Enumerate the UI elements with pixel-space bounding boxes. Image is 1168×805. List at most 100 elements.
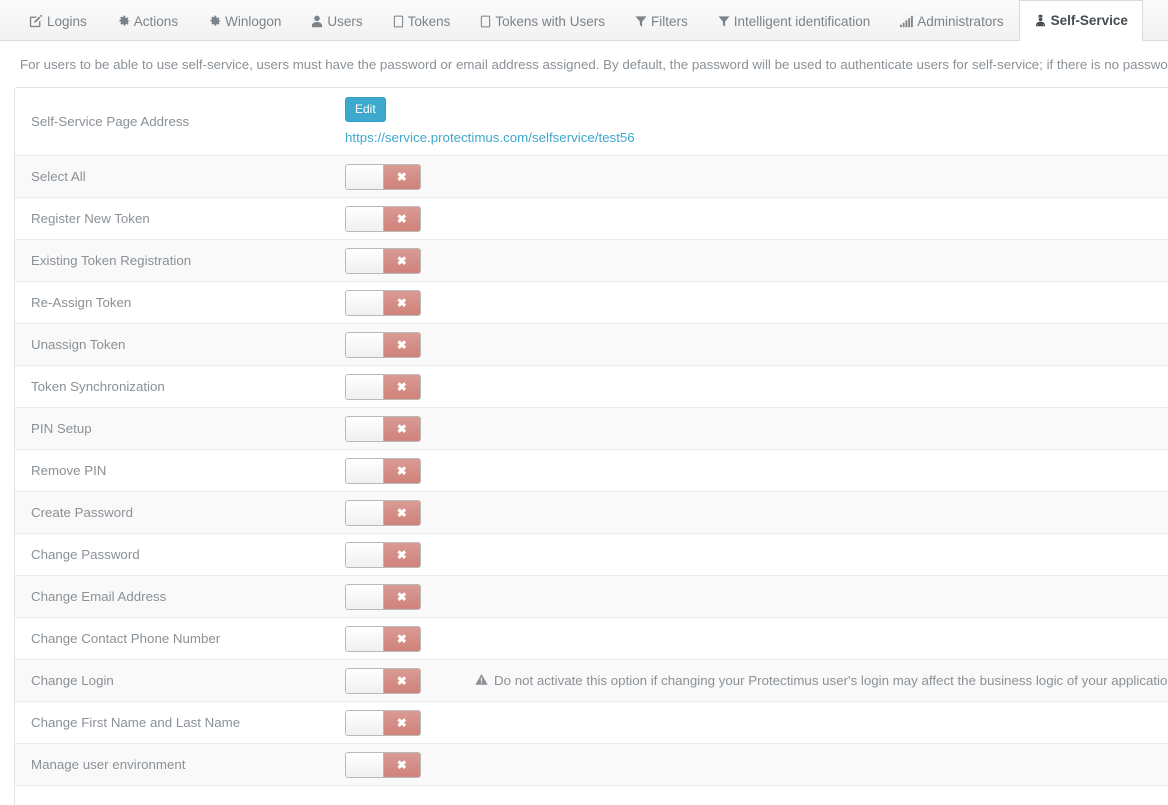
row-toggle-cell: ✖ bbox=[345, 156, 475, 198]
toggle-off-icon: ✖ bbox=[383, 290, 420, 315]
toggle-handle bbox=[346, 374, 384, 399]
tab-bar-filler bbox=[1143, 0, 1168, 40]
user-secret-icon bbox=[1034, 14, 1047, 27]
toggle-handle bbox=[346, 206, 384, 231]
row-label-token-synchronization: Token Synchronization bbox=[31, 379, 165, 395]
row-label-remove-pin: Remove PIN bbox=[31, 463, 107, 479]
table-row: PIN Setup ✖ bbox=[15, 407, 1168, 450]
toggle-switch-re-assign-token[interactable]: ✖ bbox=[345, 289, 421, 316]
gear-icon bbox=[208, 15, 221, 28]
toggle-switch-manage-user-environment[interactable]: ✖ bbox=[345, 751, 421, 778]
toggle-switch-change-password[interactable]: ✖ bbox=[345, 541, 421, 568]
table-row: Change Password ✖ bbox=[15, 533, 1168, 576]
row-note-cell bbox=[475, 324, 1168, 366]
toggle-switch-register-new-token[interactable]: ✖ bbox=[345, 205, 421, 232]
toggle-switch-remove-pin[interactable]: ✖ bbox=[345, 457, 421, 484]
toggle-handle bbox=[346, 458, 384, 483]
tab-tokens[interactable]: Tokens bbox=[378, 0, 466, 41]
toggle-off-icon: ✖ bbox=[383, 710, 420, 735]
row-note-cell bbox=[475, 618, 1168, 660]
row-label-cell: Remove PIN bbox=[15, 450, 345, 492]
toggle-switch-change-first-name-and-last-name[interactable]: ✖ bbox=[345, 709, 421, 736]
toggle-off-icon: ✖ bbox=[383, 164, 420, 189]
row-warning-note: Do not activate this option if changing … bbox=[475, 673, 1168, 689]
tab-tokens-with-users[interactable]: Tokens with Users bbox=[465, 0, 620, 41]
row-toggle-cell: ✖ bbox=[345, 450, 475, 492]
toggle-off-icon: ✖ bbox=[383, 542, 420, 567]
row-toggle-cell: ✖ bbox=[345, 324, 475, 366]
tab-intelligent-identification[interactable]: Intelligent identification bbox=[703, 0, 886, 41]
row-note-cell bbox=[475, 492, 1168, 534]
filter-icon bbox=[635, 15, 647, 28]
table-row: Manage user environment ✖ bbox=[15, 743, 1168, 786]
edit-page-address-button[interactable]: Edit bbox=[345, 97, 386, 123]
tablet-icon bbox=[393, 15, 404, 28]
row-label-cell: Change Password bbox=[15, 534, 345, 576]
toggle-handle bbox=[346, 290, 384, 315]
row-toggle-cell: ✖ bbox=[345, 282, 475, 324]
page-content: For users to be able to use self-service… bbox=[0, 41, 1168, 805]
table-row: Remove PIN ✖ bbox=[15, 449, 1168, 492]
row-note-cell bbox=[475, 240, 1168, 282]
row-label-cell: Unassign Token bbox=[15, 324, 345, 366]
toggle-handle bbox=[346, 752, 384, 777]
row-warning-text: Do not activate this option if changing … bbox=[494, 673, 1168, 689]
toggle-off-icon: ✖ bbox=[383, 206, 420, 231]
tab-actions[interactable]: Actions bbox=[102, 0, 193, 41]
toggle-switch-pin-setup[interactable]: ✖ bbox=[345, 415, 421, 442]
table-row: Change Login ✖ Do not activate this option… bbox=[15, 659, 1168, 702]
row-toggle-cell: ✖ bbox=[345, 492, 475, 534]
row-toggle-cell: ✖ bbox=[345, 744, 475, 786]
page-address-value-cell: Edit https://service.protectimus.com/self… bbox=[345, 88, 1168, 156]
row-label-register-new-token: Register New Token bbox=[31, 211, 150, 227]
tab-administrators[interactable]: Administrators bbox=[885, 0, 1018, 41]
toggle-switch-change-email-address[interactable]: ✖ bbox=[345, 583, 421, 610]
tab-logins[interactable]: Logins bbox=[14, 0, 102, 41]
row-note-cell bbox=[475, 576, 1168, 618]
tab-winlogon[interactable]: Winlogon bbox=[193, 0, 296, 41]
tab-filters[interactable]: Filters bbox=[620, 0, 703, 41]
row-label-unassign-token: Unassign Token bbox=[31, 337, 126, 353]
toggle-switch-change-login[interactable]: ✖ bbox=[345, 667, 421, 694]
toggle-handle bbox=[346, 500, 384, 525]
row-toggle-cell: ✖ bbox=[345, 576, 475, 618]
tablet-icon bbox=[480, 15, 491, 28]
row-toggle-cell: ✖ bbox=[345, 618, 475, 660]
row-label-pin-setup: PIN Setup bbox=[31, 421, 92, 437]
row-label-cell: Existing Token Registration bbox=[15, 240, 345, 282]
self-service-settings-table: Self-Service Page Address Edit https://ser… bbox=[15, 88, 1168, 786]
toggle-switch-change-contact-phone-number[interactable]: ✖ bbox=[345, 625, 421, 652]
self-service-page-url-link[interactable]: https://service.protectimus.com/selfserv… bbox=[345, 130, 1168, 145]
toggle-off-icon: ✖ bbox=[383, 374, 420, 399]
row-label-cell: PIN Setup bbox=[15, 408, 345, 450]
page-address-label: Self-Service Page Address bbox=[31, 114, 190, 130]
row-toggle-cell: ✖ bbox=[345, 366, 475, 408]
filter-icon bbox=[718, 15, 730, 28]
toggle-switch-create-password[interactable]: ✖ bbox=[345, 499, 421, 526]
toggle-off-icon: ✖ bbox=[383, 248, 420, 273]
toggle-off-icon: ✖ bbox=[383, 458, 420, 483]
row-note-cell bbox=[475, 198, 1168, 240]
table-row: Change Email Address ✖ bbox=[15, 575, 1168, 618]
row-label-cell: Select All bbox=[15, 156, 345, 198]
user-icon bbox=[311, 15, 323, 28]
tab-users[interactable]: Users bbox=[296, 0, 377, 41]
toggle-switch-unassign-token[interactable]: ✖ bbox=[345, 331, 421, 358]
toggle-switch-token-synchronization[interactable]: ✖ bbox=[345, 373, 421, 400]
row-note-cell bbox=[475, 702, 1168, 744]
row-label-change-password: Change Password bbox=[31, 547, 140, 563]
tab-self-service[interactable]: Self-Service bbox=[1018, 0, 1143, 41]
row-label-manage-user-environment: Manage user environment bbox=[31, 757, 186, 773]
tab-label: Tokens with Users bbox=[495, 13, 605, 29]
row-label-cell: Create Password bbox=[15, 492, 345, 534]
row-label-cell: Self-Service Page Address bbox=[15, 88, 345, 156]
toggle-switch-select-all[interactable]: ✖ bbox=[345, 163, 421, 190]
row-toggle-cell: ✖ bbox=[345, 408, 475, 450]
toggle-handle bbox=[346, 710, 384, 735]
table-row: Token Synchronization ✖ bbox=[15, 365, 1168, 408]
row-label-cell: Re-Assign Token bbox=[15, 282, 345, 324]
toggle-switch-existing-token-registration[interactable]: ✖ bbox=[345, 247, 421, 274]
row-note-cell bbox=[475, 156, 1168, 198]
toggle-handle bbox=[346, 332, 384, 357]
tab-label: Logins bbox=[47, 13, 87, 29]
